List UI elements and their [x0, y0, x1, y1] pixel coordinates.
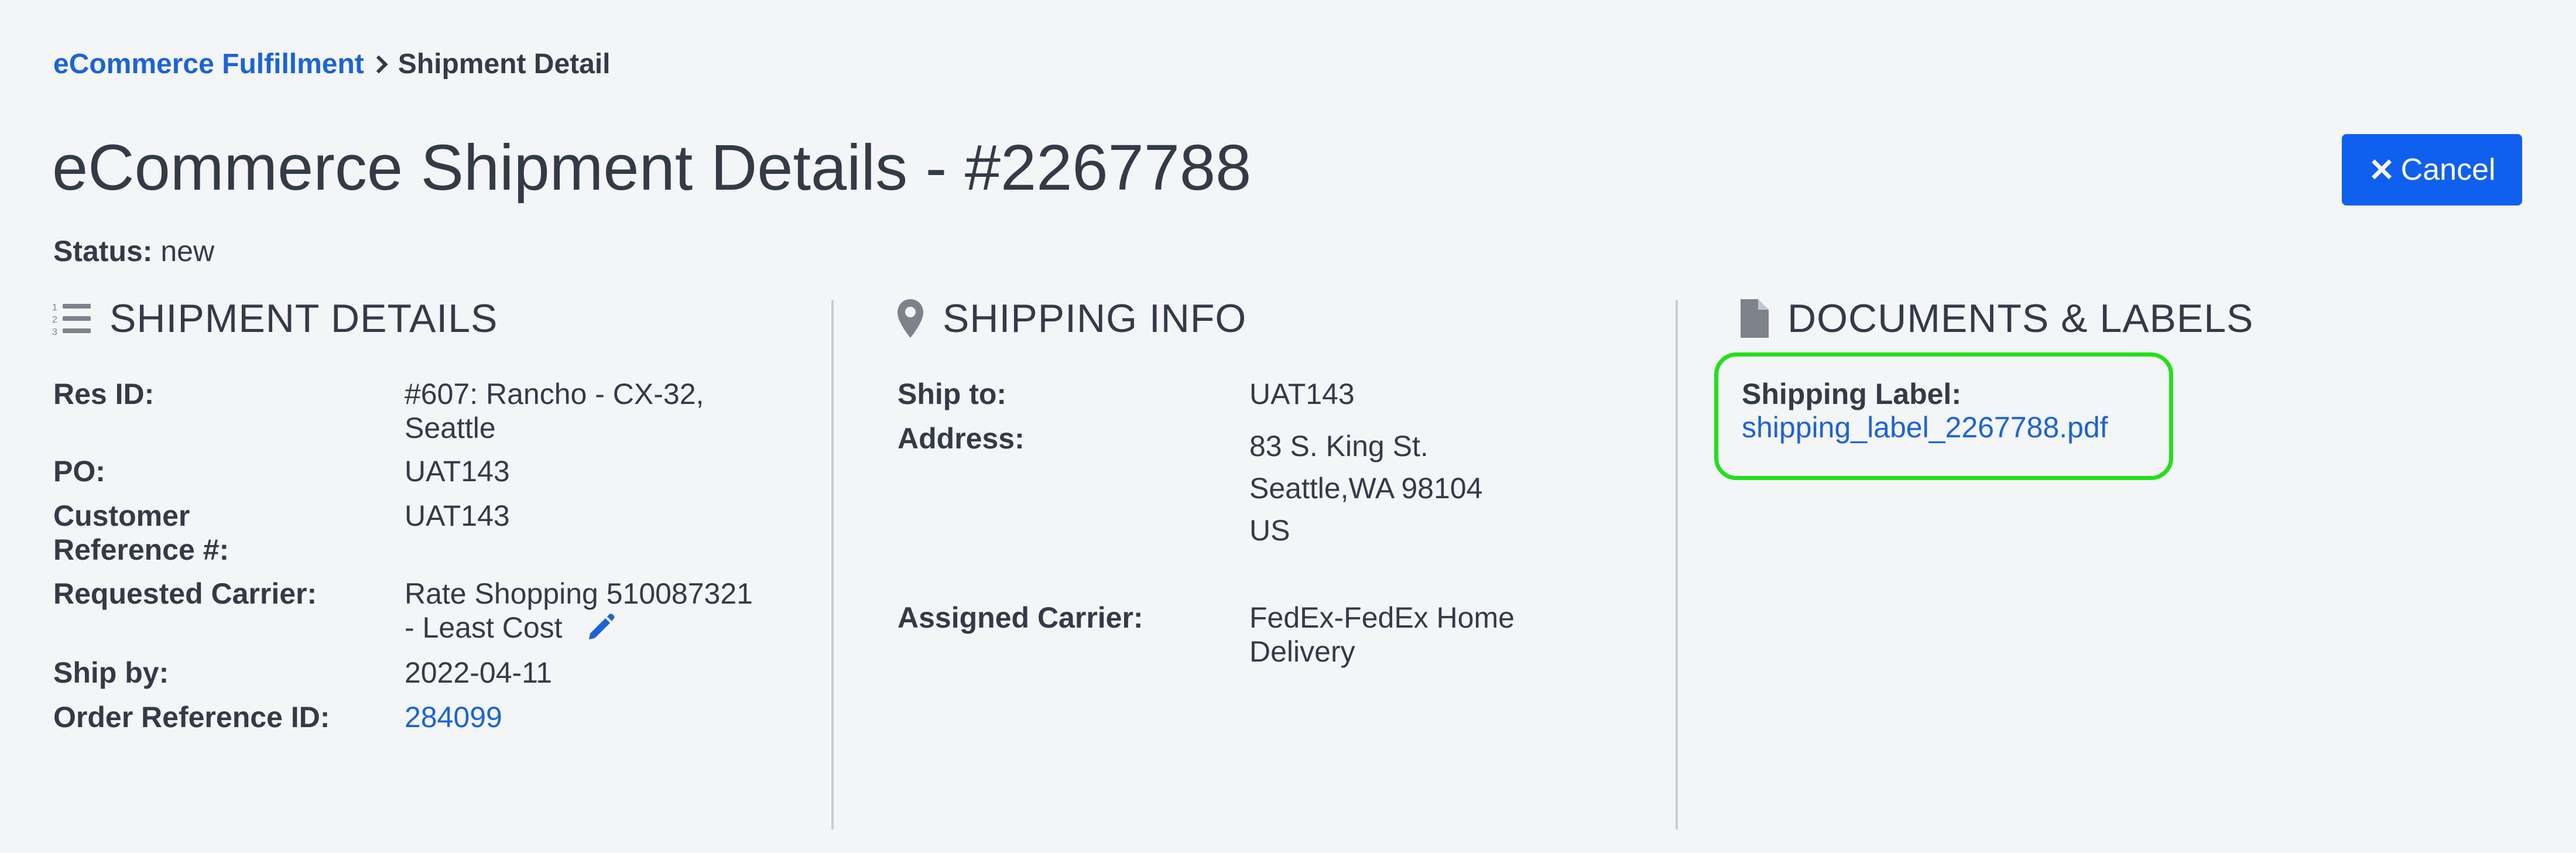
- requested-carrier-value: Rate Shopping 510087321 - Least Cost: [405, 577, 753, 649]
- order-reference-link[interactable]: 284099: [405, 700, 502, 734]
- shipment-details-header: 1 2 3 SHIPMENT DETAILS: [52, 296, 498, 341]
- requested-carrier-label: Requested Carrier:: [53, 577, 317, 610]
- times-icon: ✕: [2368, 152, 2395, 188]
- list-ol-icon: 1 2 3: [52, 300, 92, 337]
- order-reference-label: Order Reference ID:: [53, 701, 330, 734]
- customer-reference-label-line1: Customer: [53, 499, 190, 532]
- svg-text:3: 3: [52, 327, 58, 337]
- breadcrumb: eCommerce Fulfillment Shipment Detail: [53, 48, 611, 80]
- shipping-info-heading: SHIPPING INFO: [943, 296, 1247, 341]
- customer-reference-value: UAT143: [405, 499, 510, 532]
- shipping-label-label: Shipping Label:: [1742, 378, 1961, 410]
- customer-reference-label-line2: Reference #:: [53, 533, 229, 566]
- address-line2: Seattle,WA 98104: [1249, 472, 1483, 505]
- status-label: Status:: [53, 235, 153, 268]
- cancel-button-label: Cancel: [2400, 153, 2496, 187]
- address-label: Address:: [898, 422, 1025, 455]
- chevron-right-icon: [369, 54, 388, 74]
- map-marker-icon: [896, 298, 925, 339]
- address-value: 83 S. King St. Seattle,WA 98104 US: [1249, 425, 1482, 551]
- svg-text:2: 2: [52, 315, 58, 325]
- page-title: eCommerce Shipment Details - #2267788: [52, 132, 1252, 204]
- assigned-carrier-value-line2: Delivery: [1249, 635, 1355, 668]
- requested-carrier-value-line1: Rate Shopping 510087321: [405, 577, 753, 610]
- status-value: new: [160, 235, 215, 268]
- assigned-carrier-value-line1: FedEx-FedEx Home: [1249, 601, 1515, 634]
- customer-reference-label: Customer Reference #:: [53, 499, 229, 567]
- res-id-label: Res ID:: [53, 378, 155, 410]
- column-divider: [831, 300, 834, 830]
- file-icon: [1739, 298, 1770, 339]
- pencil-icon[interactable]: [585, 611, 616, 649]
- ship-by-value: 2022-04-11: [405, 656, 553, 689]
- documents-labels-header: DOCUMENTS & LABELS: [1739, 296, 2253, 341]
- breadcrumb-link-ecommerce-fulfillment[interactable]: eCommerce Fulfillment: [53, 48, 364, 80]
- requested-carrier-value-line2: - Least Cost: [405, 611, 563, 644]
- ship-by-label: Ship by:: [53, 656, 169, 689]
- status-line: Status: new: [53, 234, 214, 268]
- ship-to-label: Ship to:: [898, 378, 1007, 410]
- res-id-value-line1: #607: Rancho - CX-32,: [405, 378, 704, 410]
- shipment-details-heading: SHIPMENT DETAILS: [109, 296, 498, 341]
- address-line3: US: [1249, 514, 1290, 547]
- ship-to-value: UAT143: [1249, 378, 1355, 410]
- assigned-carrier-label: Assigned Carrier:: [898, 601, 1143, 634]
- shipping-label-file-link[interactable]: shipping_label_2267788.pdf: [1742, 410, 2108, 444]
- shipping-info-header: SHIPPING INFO: [896, 296, 1246, 341]
- po-value: UAT143: [405, 455, 510, 488]
- res-id-value: #607: Rancho - CX-32, Seattle: [405, 377, 704, 445]
- address-line1: 83 S. King St.: [1249, 430, 1429, 463]
- column-divider: [1676, 300, 1678, 830]
- svg-text:1: 1: [52, 303, 58, 313]
- po-label: PO:: [53, 455, 105, 488]
- breadcrumb-current: Shipment Detail: [398, 49, 611, 80]
- documents-labels-heading: DOCUMENTS & LABELS: [1787, 296, 2254, 341]
- cancel-button[interactable]: ✕ Cancel: [2342, 134, 2522, 205]
- assigned-carrier-value: FedEx-FedEx Home Delivery: [1249, 601, 1515, 669]
- res-id-value-line2: Seattle: [405, 412, 496, 444]
